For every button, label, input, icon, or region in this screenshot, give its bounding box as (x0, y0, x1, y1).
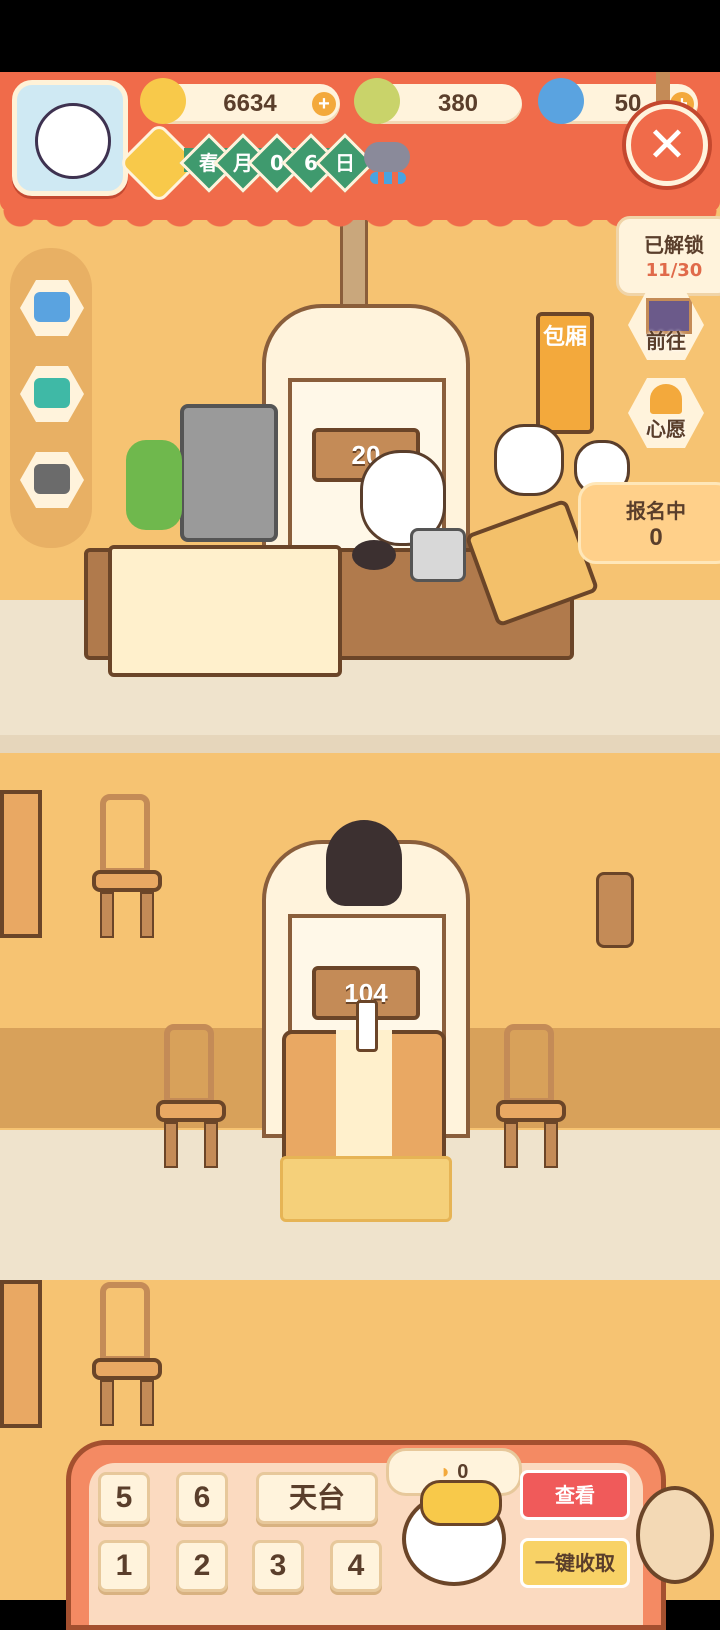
unlocked-label: 已解锁 (644, 233, 704, 257)
floor-selector-panel (66, 1440, 666, 1630)
banana-icon (140, 78, 186, 124)
wall-lamp-icon (596, 872, 634, 948)
shop-icon (34, 378, 70, 408)
banana-count: 6634 (223, 90, 277, 117)
camera-icon (34, 464, 70, 494)
chair[interactable] (92, 1282, 162, 1426)
close-rope (656, 72, 670, 106)
cooking-pot (410, 528, 466, 582)
collect-all-button[interactable]: 一键收取 (520, 1538, 630, 1588)
vegetables (126, 440, 182, 530)
chair[interactable] (92, 794, 162, 938)
signup-count: 0 (649, 524, 663, 551)
floor-1-button[interactable]: 1 (98, 1540, 150, 1592)
yarn-ball-icon[interactable] (636, 1486, 714, 1584)
floor-divider (0, 735, 720, 753)
close-button[interactable]: ✕ (626, 104, 708, 186)
floor-5-button[interactable]: 5 (98, 1472, 150, 1524)
oven (180, 404, 278, 542)
floor-4-button[interactable]: 4 (330, 1540, 382, 1592)
clover-icon (354, 78, 400, 124)
add-banana-button[interactable]: + (312, 92, 336, 116)
clover-count: 380 (437, 90, 479, 117)
floor-mat (280, 1156, 452, 1222)
chair[interactable] (496, 1024, 566, 1168)
rooftop-button[interactable]: 天台 (256, 1472, 378, 1524)
side-table (0, 1280, 42, 1428)
bean-customer[interactable] (326, 820, 402, 906)
private-room-sign: 包厢 (536, 312, 594, 434)
view-button[interactable]: 查看 (520, 1470, 630, 1520)
unlocked-count: 11/30 (645, 260, 703, 281)
tv-icon (34, 292, 70, 322)
floor-3-button[interactable]: 3 (252, 1540, 304, 1592)
signup-label: 报名中 (626, 499, 686, 523)
banana-counter: 6634 + (140, 78, 340, 124)
chair[interactable] (156, 1024, 226, 1168)
floor-6-button[interactable]: 6 (176, 1472, 228, 1524)
raindrops-icon (370, 172, 406, 184)
rain-cloud-icon (364, 142, 410, 172)
frying-pan (352, 540, 396, 570)
status-bar (0, 0, 720, 72)
player-avatar[interactable] (12, 80, 128, 196)
signup-panel[interactable]: 报名中 0 (578, 482, 720, 564)
blue-banana-icon (538, 78, 584, 124)
banana-cat[interactable] (494, 424, 564, 496)
floor-2-button[interactable]: 2 (176, 1540, 228, 1592)
clover-counter: 380 (354, 78, 522, 124)
unlocked-rooms-panel[interactable]: 已解锁 11/30 (616, 216, 720, 296)
candle-icon (356, 1000, 378, 1052)
side-table (0, 790, 42, 938)
heart-icon (650, 384, 682, 414)
banana-pile-icon (420, 1480, 502, 1526)
counter-cloth (108, 545, 342, 677)
